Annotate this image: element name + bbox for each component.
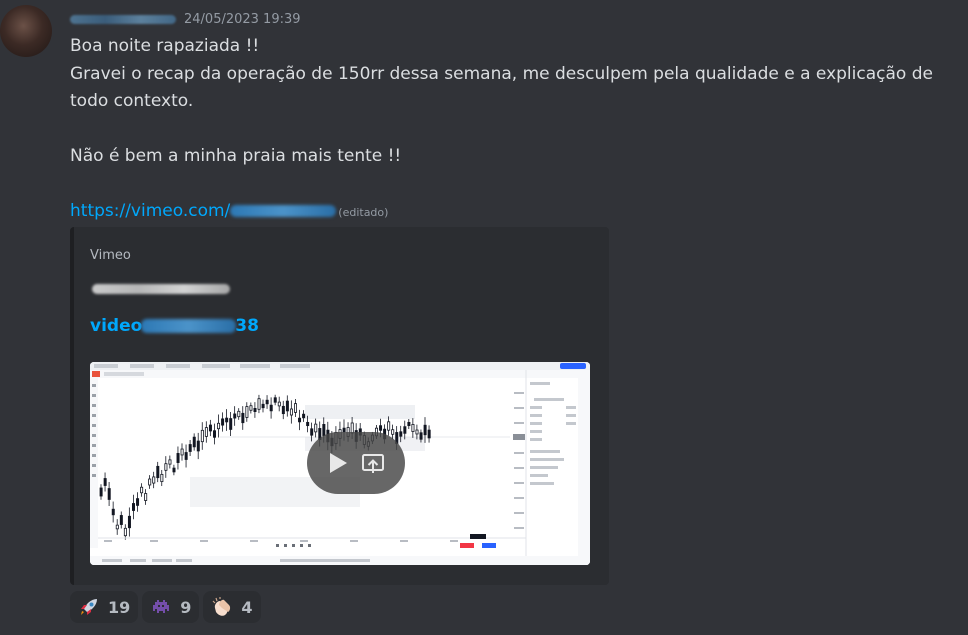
candle-body	[419, 432, 423, 440]
candle-body	[241, 412, 245, 424]
message-line: Boa noite rapaziada !!	[70, 36, 260, 56]
candle-body	[253, 408, 257, 412]
candle-body	[144, 493, 148, 501]
clapping-hands-icon	[211, 596, 233, 618]
candle-body	[172, 467, 176, 473]
message-line: Gravei o recap da operação de 150rr dess…	[70, 63, 933, 112]
candle-body	[188, 444, 192, 452]
candle-body	[180, 448, 184, 456]
reaction-count: 9	[180, 597, 192, 617]
candle-body	[281, 405, 285, 415]
rocket-icon	[78, 596, 100, 618]
candle-body	[293, 403, 297, 413]
candle-body	[213, 430, 217, 438]
candle-body	[148, 478, 152, 486]
candle-body	[379, 425, 383, 431]
candle-body	[257, 398, 261, 410]
open-external-icon[interactable]	[361, 452, 385, 474]
candle-body	[140, 486, 144, 494]
reaction-count: 19	[108, 597, 131, 617]
reactions-bar: 19 9 4	[70, 591, 261, 623]
candle-body	[273, 397, 277, 403]
candle-body	[123, 527, 127, 537]
candle-body	[399, 431, 403, 437]
candle-body	[127, 515, 131, 529]
candle-body	[403, 426, 407, 434]
candle-body	[132, 503, 136, 511]
candle-body	[168, 459, 172, 465]
candle-body	[225, 417, 229, 423]
candle-body	[136, 498, 140, 506]
candle-body	[269, 404, 273, 412]
candle-body	[427, 429, 431, 439]
candle-body	[221, 418, 225, 426]
candle-body	[204, 427, 208, 437]
candle-body	[160, 473, 164, 483]
candle-body	[200, 429, 204, 443]
candle-body	[391, 429, 395, 435]
candle-body	[245, 406, 249, 418]
message-link-line: https://vimeo.com/(editado)	[70, 198, 965, 227]
candle-body	[289, 408, 293, 416]
candle-body	[115, 524, 119, 530]
embed-provider[interactable]: Vimeo	[90, 248, 131, 263]
message-header: 24/05/2023 19:39	[70, 9, 301, 29]
candle-body	[387, 421, 391, 431]
reaction-rocket[interactable]: 19	[70, 591, 139, 623]
candle-body	[233, 413, 237, 419]
candle-body	[265, 399, 269, 405]
candle-body	[277, 401, 281, 407]
candle-body	[415, 429, 419, 435]
alien-monster-icon	[150, 596, 172, 618]
candle-body	[103, 478, 107, 486]
candle-body	[184, 452, 188, 460]
username-redacted[interactable]	[70, 14, 176, 24]
reaction-alien-monster[interactable]: 9	[142, 591, 200, 623]
vimeo-embed: Vimeo video 38	[70, 227, 609, 585]
candle-body	[306, 421, 310, 427]
candle-body	[229, 418, 233, 430]
candle-body	[217, 422, 221, 430]
candle-body	[407, 421, 411, 427]
candle-body	[423, 424, 427, 436]
candle-body	[237, 410, 241, 418]
candle-body	[164, 463, 168, 471]
edited-label: (editado)	[338, 206, 389, 219]
avatar[interactable]	[0, 5, 52, 57]
candle-body	[261, 403, 265, 409]
candle-body	[196, 440, 200, 452]
candle-body	[99, 487, 103, 497]
candle-body	[310, 428, 314, 436]
candle-body	[156, 465, 160, 479]
reaction-clapping-hands[interactable]: 4	[203, 591, 261, 623]
candle-body	[314, 423, 318, 433]
candle-body	[152, 476, 156, 484]
candle-body	[111, 508, 115, 516]
link-redacted	[230, 205, 337, 217]
candle-body	[285, 400, 289, 412]
candle-body	[298, 417, 302, 423]
play-button[interactable]	[307, 432, 405, 494]
candle-body	[208, 424, 212, 432]
candle-body	[119, 515, 123, 525]
candle-body	[249, 405, 253, 411]
embed-title[interactable]: video 38	[90, 316, 259, 336]
candle-body	[176, 453, 180, 463]
vimeo-link[interactable]: https://vimeo.com/	[70, 201, 337, 221]
candle-body	[302, 413, 306, 419]
timestamp: 24/05/2023 19:39	[184, 11, 301, 27]
candle-body	[411, 424, 415, 432]
candle-body	[107, 488, 111, 500]
play-icon	[330, 453, 347, 473]
candle-body	[192, 436, 196, 448]
message-line: Não é bem a minha praia mais tente !!	[70, 146, 402, 166]
video-thumbnail[interactable]	[90, 362, 590, 565]
embed-author-redacted[interactable]	[92, 284, 230, 294]
reaction-count: 4	[241, 597, 253, 617]
title-redacted	[141, 319, 237, 333]
message-content: Boa noite rapaziada !! Gravei o recap da…	[70, 33, 965, 227]
